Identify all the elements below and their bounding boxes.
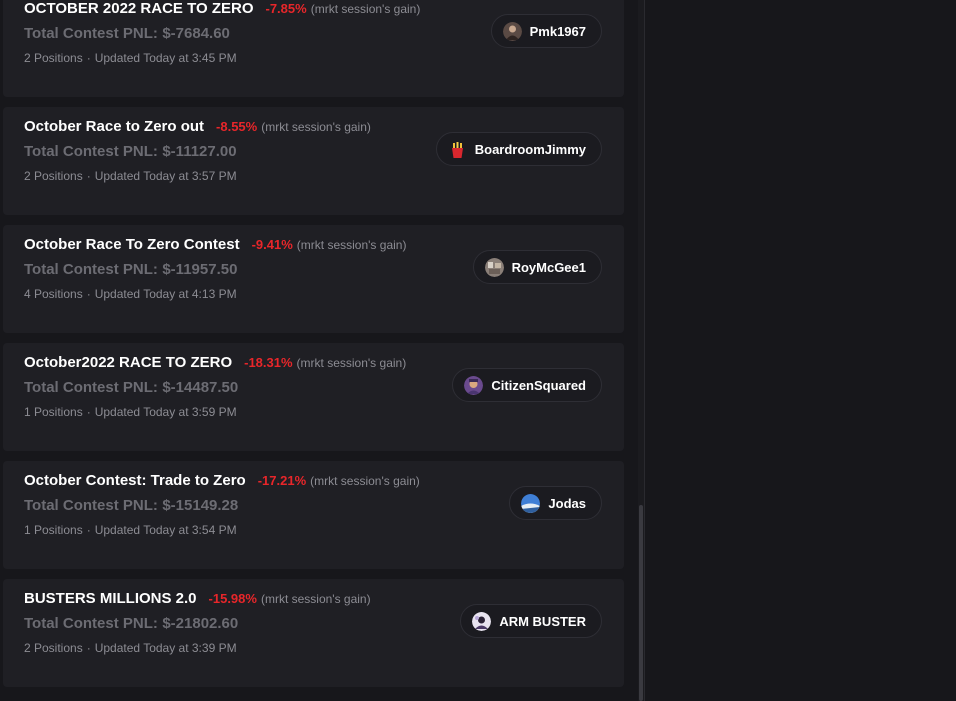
pnl-label: Total Contest PNL: [24, 379, 158, 396]
contest-card[interactable]: BUSTERS MILLIONS 2.0 -15.98% (mrkt session… [3, 579, 624, 687]
user-chip[interactable]: BoardroomJimmy [435, 132, 602, 166]
updated-time: Updated Today at 3:57 PM [94, 169, 237, 183]
pnl-label: Total Contest PNL: [24, 615, 158, 632]
username[interactable]: Jodas [548, 496, 586, 511]
gain-note: (mrkt session's gain) [296, 356, 407, 370]
username[interactable]: Pmk1967 [530, 24, 586, 39]
landscape-avatar-icon [521, 493, 541, 513]
pnl-label: Total Contest PNL: [24, 497, 158, 514]
percent-change: -18.31% [244, 355, 293, 370]
updated-time: Updated Today at 3:54 PM [94, 523, 237, 537]
username[interactable]: CitizenSquared [491, 378, 586, 393]
user-chip[interactable]: RoyMcGee1 [472, 250, 602, 284]
pnl-value: $-15149.28 [162, 497, 239, 514]
gain-note: (mrkt session's gain) [310, 474, 420, 488]
positions-count: 2 Positions [24, 169, 83, 183]
contest-title[interactable]: October Contest: Trade to Zero [24, 472, 246, 489]
separator-dot: · [86, 523, 91, 537]
username[interactable]: RoyMcGee1 [512, 260, 586, 275]
separator-dot: · [86, 287, 91, 301]
user-chip[interactable]: Pmk1967 [490, 14, 602, 48]
contest-title[interactable]: October2022 RACE TO ZERO [24, 354, 232, 371]
separator-dot: · [86, 169, 91, 183]
username[interactable]: ARM BUSTER [499, 614, 586, 629]
scrollbar-thumb[interactable] [639, 505, 643, 701]
pnl-value: $-11957.50 [162, 261, 238, 278]
percent-change: -17.21% [257, 473, 307, 488]
user-avatar-icon [484, 257, 504, 277]
percent-change: -15.98% [208, 591, 257, 606]
percent-change: -8.55% [216, 119, 258, 134]
contest-title[interactable]: BUSTERS MILLIONS 2.0 [24, 590, 197, 607]
gain-note: (mrkt session's gain) [310, 2, 421, 16]
contest-feed: OCTOBER 2022 RACE TO ZERO -7.85% (mrkt ses… [0, 0, 642, 701]
positions-count: 1 Positions [24, 523, 83, 537]
updated-time: Updated Today at 3:59 PM [94, 405, 237, 419]
user-avatar-icon [472, 611, 492, 631]
pnl-label: Total Contest PNL: [24, 143, 158, 160]
pnl-value: $-11127.00 [162, 143, 237, 160]
contest-title[interactable]: OCTOBER 2022 RACE TO ZERO [24, 0, 254, 17]
updated-time: Updated Today at 3:39 PM [94, 641, 237, 655]
contest-card[interactable]: October Race To Zero Contest -9.41% (mrkt … [3, 225, 624, 333]
percent-change: -7.85% [265, 1, 307, 16]
pnl-label: Total Contest PNL: [24, 25, 158, 42]
updated-time: Updated Today at 4:13 PM [94, 287, 237, 301]
gain-note: (mrkt session's gain) [261, 120, 371, 134]
separator-dot: · [86, 641, 91, 655]
gain-note: (mrkt session's gain) [260, 592, 371, 606]
contest-title[interactable]: October Race To Zero Contest [24, 236, 240, 253]
user-chip[interactable]: ARM BUSTER [460, 604, 602, 638]
pnl-value: $-7684.60 [162, 25, 230, 42]
contest-title[interactable]: October Race to Zero out [24, 118, 204, 135]
pnl-value: $-14487.50 [162, 379, 239, 396]
separator-dot: · [86, 405, 91, 419]
user-chip[interactable]: Jodas [509, 486, 602, 520]
positions-count: 1 Positions [24, 405, 83, 419]
username[interactable]: BoardroomJimmy [475, 142, 586, 157]
user-avatar-icon [464, 375, 484, 395]
contest-card[interactable]: October Contest: Trade to Zero -17.21% (mr… [3, 461, 624, 569]
contest-card[interactable]: OCTOBER 2022 RACE TO ZERO -7.85% (mrkt ses… [3, 0, 624, 97]
contest-card[interactable]: October2022 RACE TO ZERO -18.31% (mrkt ses… [3, 343, 624, 451]
percent-change: -9.41% [251, 237, 293, 252]
separator-dot: · [86, 51, 91, 65]
contest-card[interactable]: October Race to Zero out -8.55% (mrkt sess… [3, 107, 624, 215]
positions-count: 4 Positions [24, 287, 83, 301]
right-pane [645, 0, 956, 701]
user-chip[interactable]: CitizenSquared [452, 368, 602, 402]
gain-note: (mrkt session's gain) [296, 238, 407, 252]
positions-count: 2 Positions [24, 641, 83, 655]
user-avatar-icon [502, 21, 522, 41]
fries-avatar-icon [448, 140, 467, 159]
positions-count: 2 Positions [24, 51, 83, 65]
pnl-value: $-21802.60 [162, 615, 239, 632]
pnl-label: Total Contest PNL: [24, 261, 158, 278]
updated-time: Updated Today at 3:45 PM [94, 51, 237, 65]
